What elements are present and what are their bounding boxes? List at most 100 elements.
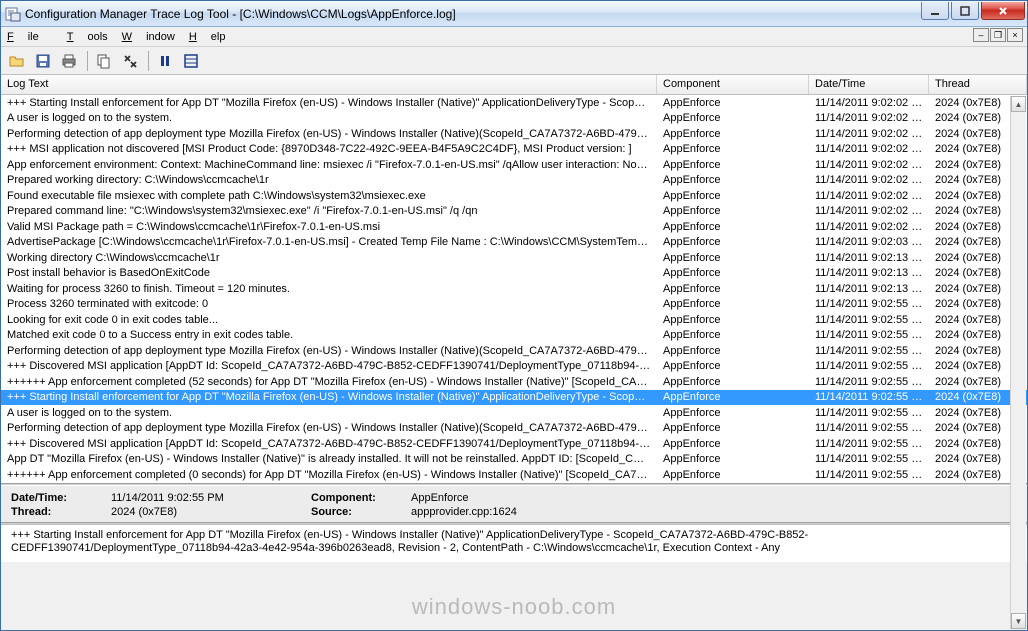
cell-component: AppEnforce: [657, 314, 809, 326]
cell-component: AppEnforce: [657, 283, 809, 295]
cell-datetime: 11/14/2011 9:02:55 PM: [809, 407, 929, 419]
cell-log: Matched exit code 0 to a Success entry i…: [1, 329, 657, 341]
table-row[interactable]: Looking for exit code 0 in exit codes ta…: [1, 312, 1027, 328]
maximize-button[interactable]: [951, 2, 979, 20]
copy-icon[interactable]: [92, 49, 116, 73]
table-row[interactable]: App DT "Mozilla Firefox (en-US) - Window…: [1, 452, 1027, 468]
mdi-close-button[interactable]: ×: [1007, 28, 1023, 42]
table-row[interactable]: Waiting for process 3260 to finish. Time…: [1, 281, 1027, 297]
table-row[interactable]: +++ Discovered MSI application [AppDT Id…: [1, 359, 1027, 375]
app-window: Configuration Manager Trace Log Tool - […: [0, 0, 1028, 631]
cell-component: AppEnforce: [657, 360, 809, 372]
table-row[interactable]: +++ Starting Install enforcement for App…: [1, 390, 1027, 406]
cell-log: Found executable file msiexec with compl…: [1, 190, 657, 202]
cell-log: ++++++ App enforcement completed (52 sec…: [1, 376, 657, 388]
cell-log: Performing detection of app deployment t…: [1, 422, 657, 434]
table-row[interactable]: Process 3260 terminated with exitcode: 0…: [1, 297, 1027, 313]
menubar: File Tools Window Help – ❐ ×: [1, 27, 1027, 47]
table-row[interactable]: Performing detection of app deployment t…: [1, 343, 1027, 359]
table-row[interactable]: ++++++ App enforcement completed (0 seco…: [1, 467, 1027, 483]
open-icon[interactable]: [5, 49, 29, 73]
table-row[interactable]: App enforcement environment: Context: Ma…: [1, 157, 1027, 173]
cell-log: App enforcement environment: Context: Ma…: [1, 159, 657, 171]
table-row[interactable]: Matched exit code 0 to a Success entry i…: [1, 328, 1027, 344]
mdi-minimize-button[interactable]: –: [973, 28, 989, 42]
cell-log: Working directory C:\Windows\ccmcache\1r: [1, 252, 657, 264]
details-panel: Date/Time: 11/14/2011 9:02:55 PM Compone…: [1, 486, 1027, 522]
table-row[interactable]: +++ Starting Install enforcement for App…: [1, 95, 1027, 111]
toolbar: [1, 47, 1027, 75]
menu-help[interactable]: Help: [189, 31, 226, 43]
table-row[interactable]: Working directory C:\Windows\ccmcache\1r…: [1, 250, 1027, 266]
column-log[interactable]: Log Text: [1, 75, 657, 94]
find-icon[interactable]: [118, 49, 142, 73]
cell-component: AppEnforce: [657, 97, 809, 109]
table-row[interactable]: Prepared working directory: C:\Windows\c…: [1, 173, 1027, 189]
cell-datetime: 11/14/2011 9:02:55 PM: [809, 376, 929, 388]
table-row[interactable]: +++ Discovered MSI application [AppDT Id…: [1, 436, 1027, 452]
scroll-down-icon[interactable]: ▼: [1011, 613, 1026, 629]
highlight-icon[interactable]: [179, 49, 203, 73]
table-row[interactable]: ++++++ App enforcement completed (52 sec…: [1, 374, 1027, 390]
cell-log: Waiting for process 3260 to finish. Time…: [1, 283, 657, 295]
cell-log: Valid MSI Package path = C:\Windows\ccmc…: [1, 221, 657, 233]
label-datetime: Date/Time:: [11, 492, 111, 504]
cell-log: +++ Starting Install enforcement for App…: [1, 391, 657, 403]
print-icon[interactable]: [57, 49, 81, 73]
table-row[interactable]: Performing detection of app deployment t…: [1, 421, 1027, 437]
log-rows[interactable]: +++ Starting Install enforcement for App…: [1, 95, 1027, 483]
table-row[interactable]: +++ MSI application not discovered [MSI …: [1, 142, 1027, 158]
app-icon: [5, 6, 21, 22]
cell-log: ++++++ App enforcement completed (0 seco…: [1, 469, 657, 481]
mdi-restore-button[interactable]: ❐: [990, 28, 1006, 42]
cell-component: AppEnforce: [657, 252, 809, 264]
vertical-scrollbar[interactable]: ▲ ▼: [1010, 96, 1026, 629]
menu-window[interactable]: Window: [122, 31, 175, 43]
separator: [148, 51, 149, 71]
window-buttons: [921, 1, 1027, 26]
scroll-up-icon[interactable]: ▲: [1011, 96, 1026, 112]
column-datetime[interactable]: Date/Time: [809, 75, 929, 94]
cell-log: +++ Discovered MSI application [AppDT Id…: [1, 360, 657, 372]
table-row[interactable]: Prepared command line: "C:\Windows\syste…: [1, 204, 1027, 220]
cell-datetime: 11/14/2011 9:02:55 PM: [809, 314, 929, 326]
pause-icon[interactable]: [153, 49, 177, 73]
details-body[interactable]: +++ Starting Install enforcement for App…: [1, 524, 1027, 562]
cell-component: AppEnforce: [657, 128, 809, 140]
separator: [87, 51, 88, 71]
mdi-buttons: – ❐ ×: [972, 28, 1023, 42]
table-row[interactable]: Found executable file msiexec with compl…: [1, 188, 1027, 204]
table-row[interactable]: AdvertisePackage [C:\Windows\ccmcache\1r…: [1, 235, 1027, 251]
cell-component: AppEnforce: [657, 345, 809, 357]
column-thread[interactable]: Thread: [929, 75, 1027, 94]
cell-datetime: 11/14/2011 9:02:55 PM: [809, 298, 929, 310]
label-thread: Thread:: [11, 506, 111, 518]
cell-log: Prepared command line: "C:\Windows\syste…: [1, 205, 657, 217]
cell-log: Performing detection of app deployment t…: [1, 345, 657, 357]
cell-datetime: 11/14/2011 9:02:55 PM: [809, 391, 929, 403]
minimize-button[interactable]: [921, 2, 949, 20]
menu-tools[interactable]: Tools: [67, 31, 108, 43]
cell-datetime: 11/14/2011 9:02:02 PM: [809, 128, 929, 140]
cell-log: +++ MSI application not discovered [MSI …: [1, 143, 657, 155]
cell-datetime: 11/14/2011 9:02:03 PM: [809, 236, 929, 248]
label-source: Source:: [311, 506, 411, 518]
cell-log: Prepared working directory: C:\Windows\c…: [1, 174, 657, 186]
menu-file[interactable]: File: [7, 31, 53, 43]
cell-log: AdvertisePackage [C:\Windows\ccmcache\1r…: [1, 236, 657, 248]
cell-component: AppEnforce: [657, 112, 809, 124]
save-icon[interactable]: [31, 49, 55, 73]
titlebar[interactable]: Configuration Manager Trace Log Tool - […: [1, 1, 1027, 27]
table-row[interactable]: A user is logged on to the system.AppEnf…: [1, 111, 1027, 127]
table-row[interactable]: Performing detection of app deployment t…: [1, 126, 1027, 142]
cell-datetime: 11/14/2011 9:02:02 PM: [809, 112, 929, 124]
cell-datetime: 11/14/2011 9:02:55 PM: [809, 422, 929, 434]
table-row[interactable]: A user is logged on to the system.AppEnf…: [1, 405, 1027, 421]
table-row[interactable]: Valid MSI Package path = C:\Windows\ccmc…: [1, 219, 1027, 235]
column-component[interactable]: Component: [657, 75, 809, 94]
cell-datetime: 11/14/2011 9:02:55 PM: [809, 438, 929, 450]
table-row[interactable]: Post install behavior is BasedOnExitCode…: [1, 266, 1027, 282]
detail-datetime: 11/14/2011 9:02:55 PM: [111, 492, 311, 504]
cell-component: AppEnforce: [657, 159, 809, 171]
close-button[interactable]: [981, 2, 1025, 20]
